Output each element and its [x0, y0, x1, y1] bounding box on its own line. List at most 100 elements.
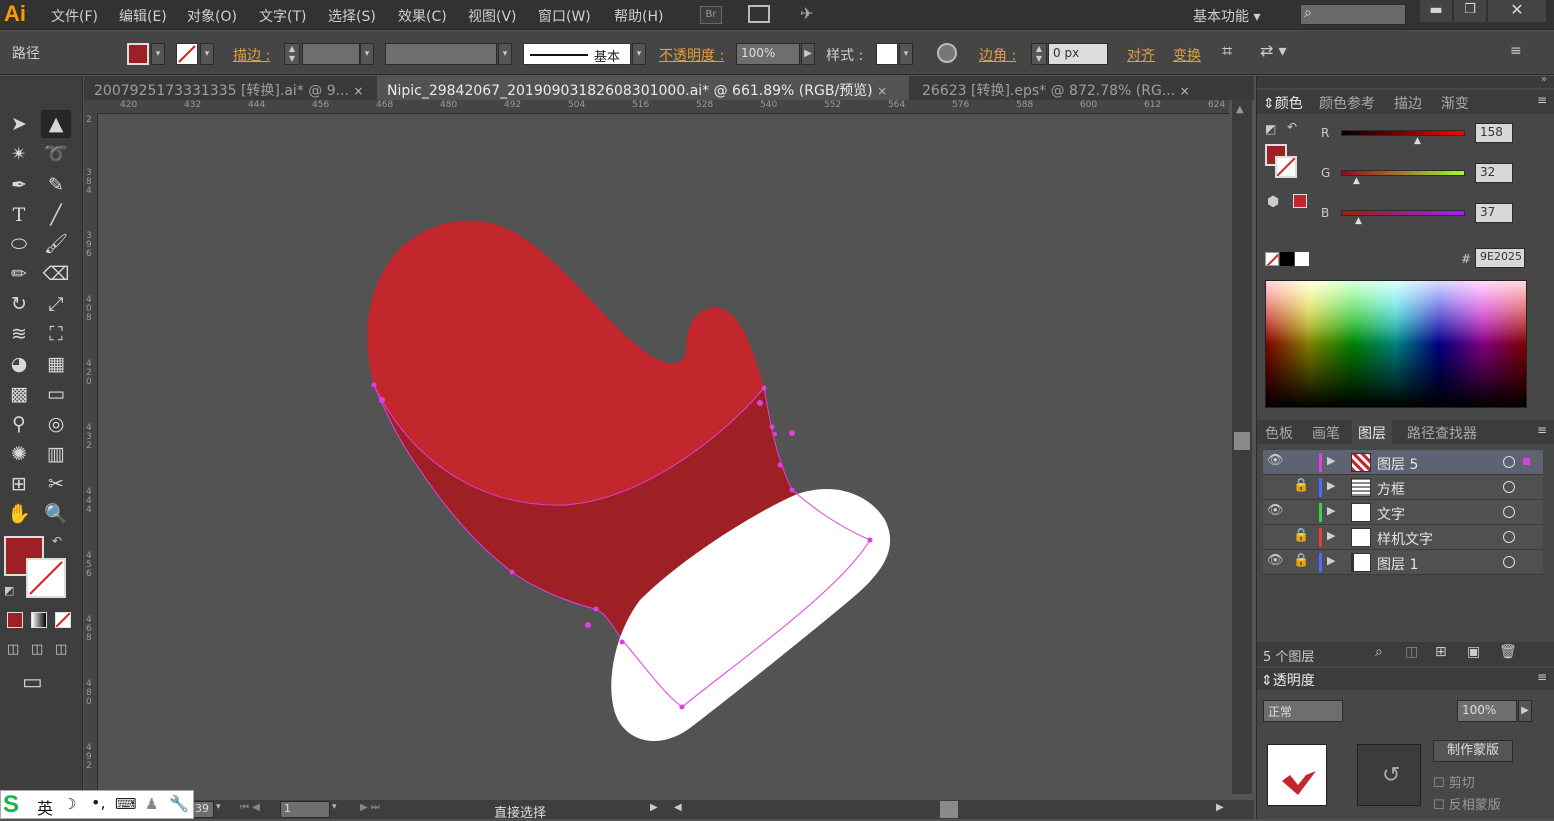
make-mask-button[interactable]: 制作蒙版	[1433, 740, 1513, 762]
expand-triangle-icon[interactable]: ▶	[1327, 554, 1335, 567]
blend-tool-icon[interactable]: ◎	[41, 410, 71, 438]
corners-link[interactable]: 边角 :	[979, 45, 1016, 65]
pencil-tool-icon[interactable]: ✏	[4, 260, 34, 288]
tab-swatches[interactable]: 色板	[1265, 423, 1293, 443]
transparency-opacity-field[interactable]: 100%	[1457, 700, 1517, 722]
stroke-color-box[interactable]	[26, 558, 66, 598]
new-layer-icon[interactable]: ▣	[1467, 644, 1480, 660]
channel-b-thumb[interactable]: ▲	[1355, 216, 1362, 226]
ruler-origin[interactable]	[84, 100, 98, 114]
vertical-ruler[interactable]: 2 3 8 4 3 9 6 4 0 8 4 2 0 4 3 2 4 4 4 4 …	[84, 114, 98, 794]
layer-name[interactable]: 方框	[1377, 479, 1405, 499]
swap-colors-icon[interactable]: ↶	[1287, 120, 1297, 134]
zoom-dropdown-icon[interactable]: ▾	[216, 802, 221, 812]
opacity-field[interactable]: 100%	[736, 43, 800, 65]
restore-icon[interactable]: ❐	[1454, 0, 1486, 22]
menu-window[interactable]: 窗口(W)	[538, 6, 591, 26]
status-menu-icon[interactable]: ▶	[650, 802, 658, 813]
hand-tool-icon[interactable]: ✋	[4, 500, 34, 528]
stroke-swatch[interactable]	[176, 43, 198, 65]
fill-swatch[interactable]	[127, 43, 149, 65]
symbol-sprayer-tool-icon[interactable]: ✺	[4, 440, 34, 468]
menu-object[interactable]: 对象(O)	[187, 6, 237, 26]
ime-skin-icon[interactable]: ♟	[145, 795, 158, 813]
column-graph-tool-icon[interactable]: ▥	[41, 440, 71, 468]
arrange-documents-icon[interactable]	[748, 5, 770, 23]
slice-tool-icon[interactable]: ✂	[41, 470, 71, 498]
layer-row[interactable]: 🔒 ▶ 方框	[1263, 475, 1543, 500]
gradient-mode-icon[interactable]	[31, 612, 47, 628]
channel-b-value[interactable]: 37	[1475, 203, 1513, 223]
artboard-number-field[interactable]: 1	[280, 801, 330, 818]
tab-document-2[interactable]: Nipic_29842067_20190903182608301000.ai* …	[377, 76, 909, 100]
object-thumbnail[interactable]	[1267, 744, 1327, 806]
draw-normal-icon[interactable]: ◫	[7, 642, 19, 657]
channel-g-thumb[interactable]: ▲	[1353, 176, 1360, 186]
layer-row[interactable]: 🔒 ▶ 样机文字	[1263, 525, 1543, 550]
artboard-dropdown-icon[interactable]: ▾	[332, 802, 337, 812]
tab-pathfinder[interactable]: 路径查找器	[1407, 423, 1477, 443]
white-swatch[interactable]	[1295, 252, 1309, 266]
mitten-artwork[interactable]	[99, 115, 1229, 795]
black-swatch[interactable]	[1280, 252, 1294, 266]
eye-icon[interactable]: 👁	[1267, 453, 1284, 468]
draw-inside-icon[interactable]: ◫	[55, 642, 67, 657]
last-artboard-icon[interactable]: ▶ ⏭	[360, 802, 380, 813]
eye-icon[interactable]: 👁	[1267, 503, 1284, 518]
color-mode-icon[interactable]	[7, 612, 23, 628]
stroke-link[interactable]: 描边 :	[233, 45, 270, 65]
corner-radius-field[interactable]: 0 px	[1048, 43, 1108, 65]
transform-link[interactable]: 变换	[1173, 45, 1201, 65]
graphic-style-swatch[interactable]	[876, 43, 898, 65]
tab-layers[interactable]: 图层	[1352, 420, 1392, 444]
draw-behind-icon[interactable]: ◫	[31, 642, 43, 657]
menu-type[interactable]: 文字(T)	[259, 6, 306, 26]
line-tool-icon[interactable]: ╱	[41, 201, 71, 229]
layer-name[interactable]: 图层 1	[1377, 554, 1418, 574]
none-color-swatch[interactable]	[1265, 252, 1279, 266]
scroll-thumb[interactable]	[1234, 432, 1250, 450]
tab-brushes[interactable]: 画笔	[1312, 423, 1340, 443]
shape-builder-tool-icon[interactable]: ◕	[4, 350, 34, 378]
stroke-weight-dropdown[interactable]: ▾	[360, 43, 374, 65]
menu-edit[interactable]: 编辑(E)	[119, 6, 167, 26]
selection-indicator[interactable]	[1523, 458, 1530, 465]
swap-fill-stroke-icon[interactable]: ↶	[52, 534, 62, 548]
trash-icon[interactable]: 🗑	[1499, 644, 1517, 660]
collapse-panels-icon[interactable]: »	[1541, 74, 1547, 85]
tab-color[interactable]: ⇕颜色	[1263, 93, 1303, 113]
expand-triangle-icon[interactable]: ▶	[1327, 529, 1335, 542]
type-tool-icon[interactable]: T	[4, 201, 34, 229]
lock-icon[interactable]: 🔒	[1293, 553, 1309, 568]
tab-stroke[interactable]: 描边	[1394, 93, 1422, 113]
workspace-switcher[interactable]: 基本功能 ▾	[1193, 6, 1260, 26]
ime-punctuation-icon[interactable]: •,	[91, 793, 106, 812]
free-transform-tool-icon[interactable]: ⛶	[41, 320, 71, 348]
web-safe-color-swatch[interactable]	[1293, 194, 1307, 208]
tab-close-icon[interactable]: ×	[877, 84, 887, 98]
direct-selection-tool-icon[interactable]: ▲	[41, 110, 71, 138]
magic-wand-tool-icon[interactable]: ✴	[4, 140, 34, 168]
target-circle-icon[interactable]	[1503, 531, 1515, 543]
tab-color-guide[interactable]: 颜色参考	[1319, 93, 1375, 113]
panel-menu-icon[interactable]: ≡	[1537, 670, 1547, 684]
stroke-dropdown[interactable]: ▾	[200, 43, 214, 65]
invert-mask-checkbox[interactable]: ☐ 反相蒙版	[1433, 794, 1501, 813]
corner-stepper[interactable]: ▲ ▼	[1031, 43, 1047, 65]
paintbrush-tool-icon[interactable]: 🖌	[41, 230, 71, 258]
perspective-grid-tool-icon[interactable]: ▦	[41, 350, 71, 378]
graphic-style-dropdown[interactable]: ▾	[899, 43, 913, 65]
first-artboard-icon[interactable]: ⏮ ◀	[240, 802, 260, 813]
layer-row[interactable]: 👁 ▶ 图层 5	[1263, 450, 1543, 475]
pen-tool-icon[interactable]: ✒	[4, 171, 34, 199]
layer-name[interactable]: 图层 5	[1377, 454, 1418, 474]
vertical-scrollbar[interactable]: ▲	[1232, 100, 1252, 794]
zoom-tool-icon[interactable]: 🔍	[41, 500, 71, 528]
ime-halfwidth-icon[interactable]: ☽	[63, 795, 76, 813]
ellipse-tool-icon[interactable]: ⬭	[4, 230, 34, 258]
target-circle-icon[interactable]	[1503, 506, 1515, 518]
scroll-right-icon[interactable]: ▶	[1216, 802, 1224, 813]
expand-triangle-icon[interactable]: ▶	[1327, 454, 1335, 467]
menu-select[interactable]: 选择(S)	[328, 6, 376, 26]
channel-r-thumb[interactable]: ▲	[1414, 136, 1421, 146]
